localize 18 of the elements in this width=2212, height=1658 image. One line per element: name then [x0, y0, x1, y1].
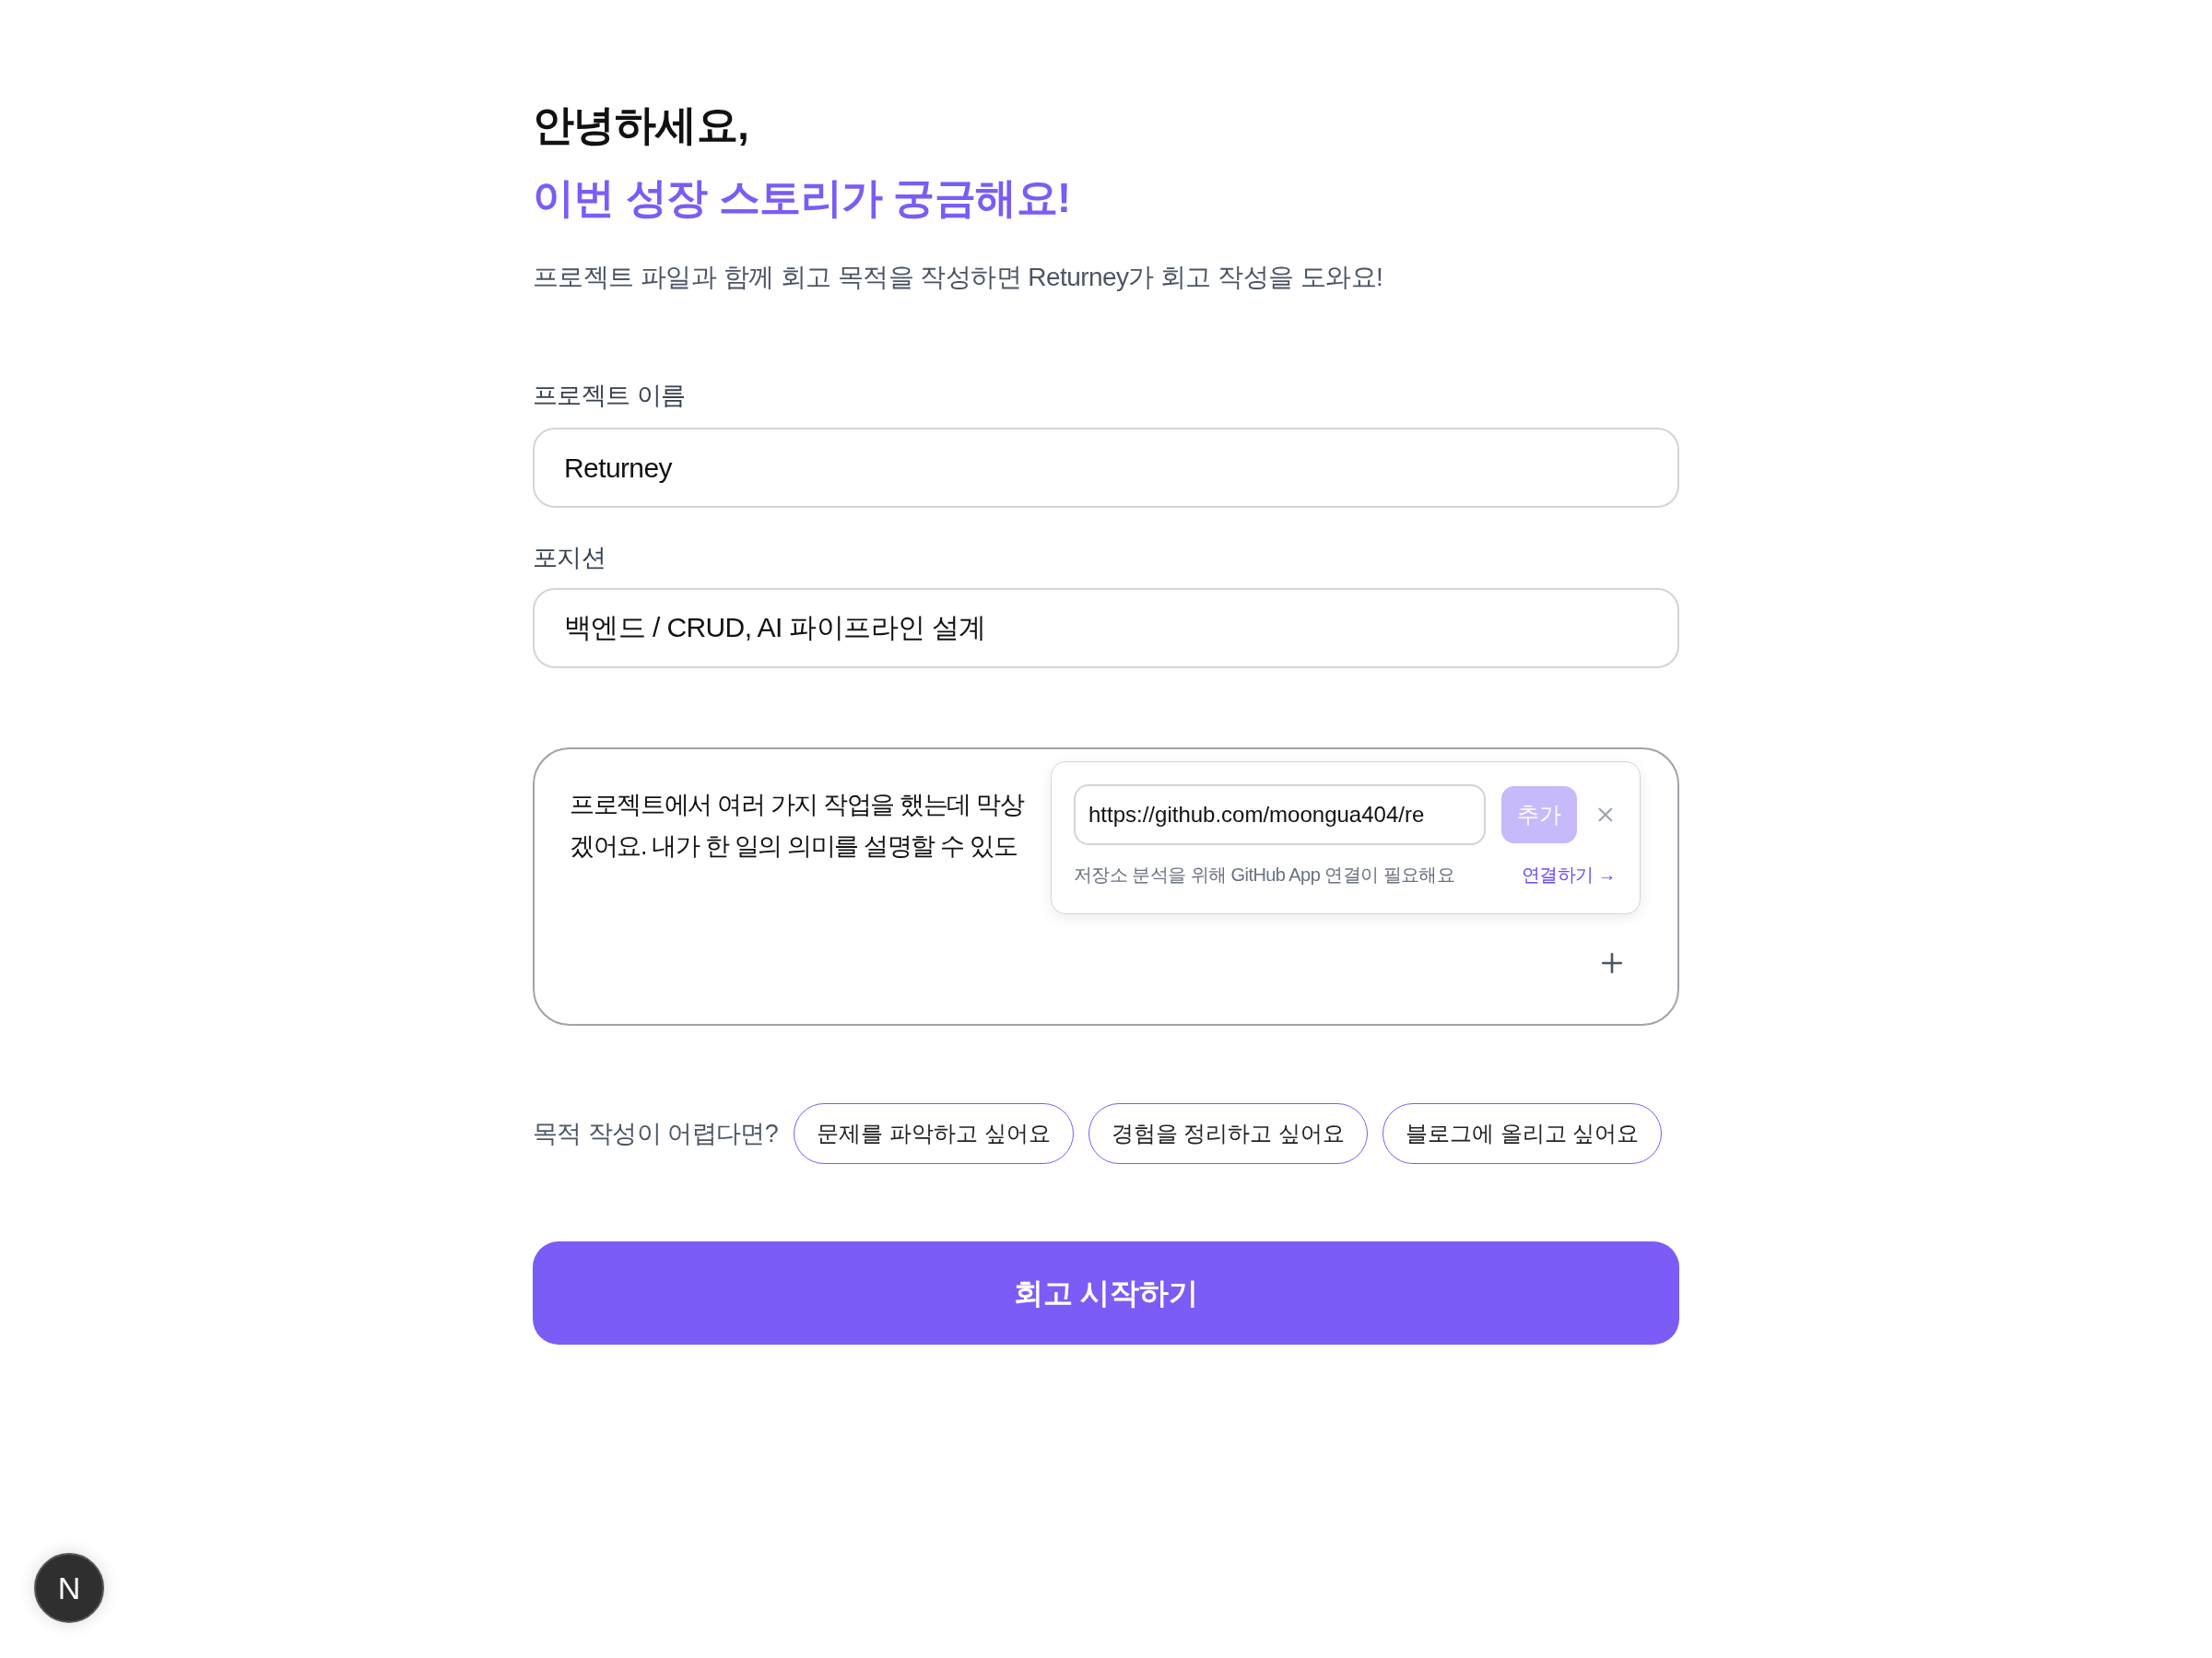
suggestion-chip[interactable]: 문제를 파악하고 싶어요 [794, 1103, 1074, 1164]
field-label: 포지션 [533, 543, 607, 573]
url-field[interactable]: https://github.com/moongua404/re [1074, 784, 1487, 845]
dev-badge-button[interactable]: N [34, 1553, 104, 1623]
greeting-subtitle: 이번 성장 스토리가 궁금해요! [533, 173, 1072, 223]
purpose-text: 프로젝트에서 여러 가지 작업을 했는데 막상 겠어요. 내가 한 일의 의미를 설명할 수 있도 [570, 790, 1024, 862]
suggestion-chip[interactable]: 경험을 정리하고 싶어요 [1088, 1103, 1368, 1164]
field-label: 프로젝트 이름 [533, 381, 687, 411]
start-button[interactable]: 회고 시작하기 [533, 1241, 1679, 1345]
plus-icon[interactable] [1600, 951, 1624, 975]
greeting-title: 안녕하세요, [533, 100, 750, 150]
hint-text: 저장소 분석을 위해 GitHub App 연결이 필요해요 [1074, 864, 1455, 887]
text-field[interactable]: 백엔드 / CRUD, AI 파이프라인 설계 [533, 588, 1679, 668]
suggestion-chip[interactable]: 블로그에 올리고 싶어요 [1382, 1103, 1663, 1164]
suggestion-label: 목적 작성이 어렵다면? [533, 1118, 779, 1149]
text-field[interactable]: Returney [533, 428, 1679, 508]
description-text: 프로젝트 파일과 함께 회고 목적을 작성하면 Returney가 회고 작성을 도와요! [533, 262, 1384, 293]
connect-link[interactable]: 연결하기 → [1521, 861, 1616, 888]
